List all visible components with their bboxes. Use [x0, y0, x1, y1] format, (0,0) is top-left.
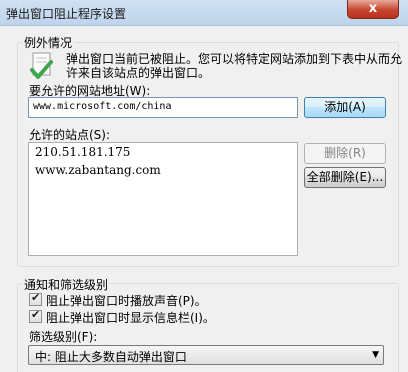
show-info-bar-checkbox[interactable]: [29, 308, 42, 323]
website-address-input[interactable]: www.microsoft.com/china: [28, 97, 298, 118]
allowed-sites-list[interactable]: 210.51.181.175 www.zabantang.com: [28, 142, 298, 256]
chevron-down-icon: ▼: [372, 350, 379, 360]
allowed-sites-label: 允许的站点(S):: [29, 128, 111, 142]
popup-blocker-settings-dialog: 弹出窗口阻止程序设置 x 例外情况 弹出窗口当前已被阻止。您可以将特定网站添加到…: [0, 0, 408, 372]
title-bar: 弹出窗口阻止程序设置 x: [0, 0, 408, 26]
add-button[interactable]: 添加(A): [304, 97, 386, 118]
filter-level-label: 筛选级别(F):: [29, 330, 98, 344]
show-info-bar-label[interactable]: 阻止弹出窗口时显示信息栏(I)。: [46, 309, 215, 326]
remove-all-button[interactable]: 全部删除(E)...: [304, 167, 386, 188]
filter-level-select[interactable]: 中: 阻止大多数自动弹出窗口 ▼: [28, 345, 384, 365]
list-item[interactable]: www.zabantang.com: [29, 161, 297, 179]
play-sound-label[interactable]: 阻止弹出窗口时播放声音(P)。: [46, 292, 207, 309]
close-button[interactable]: x: [347, 0, 399, 19]
exceptions-group-title: 例外情况: [22, 34, 75, 51]
exceptions-description-line2: 许来自该站点的弹出窗口。: [66, 66, 211, 80]
window-title: 弹出窗口阻止程序设置: [6, 7, 127, 21]
remove-button[interactable]: 删除(R): [304, 143, 386, 164]
dialog-body: 例外情况 弹出窗口当前已被阻止。您可以将特定网站添加到下表中从而允 许来自该站点…: [0, 26, 408, 372]
list-item[interactable]: 210.51.181.175: [29, 143, 297, 161]
shield-check-icon: [30, 52, 53, 79]
close-icon: x: [368, 1, 378, 16]
play-sound-checkbox[interactable]: [29, 291, 42, 306]
filter-level-value: 中: 阻止大多数自动弹出窗口: [35, 350, 187, 364]
